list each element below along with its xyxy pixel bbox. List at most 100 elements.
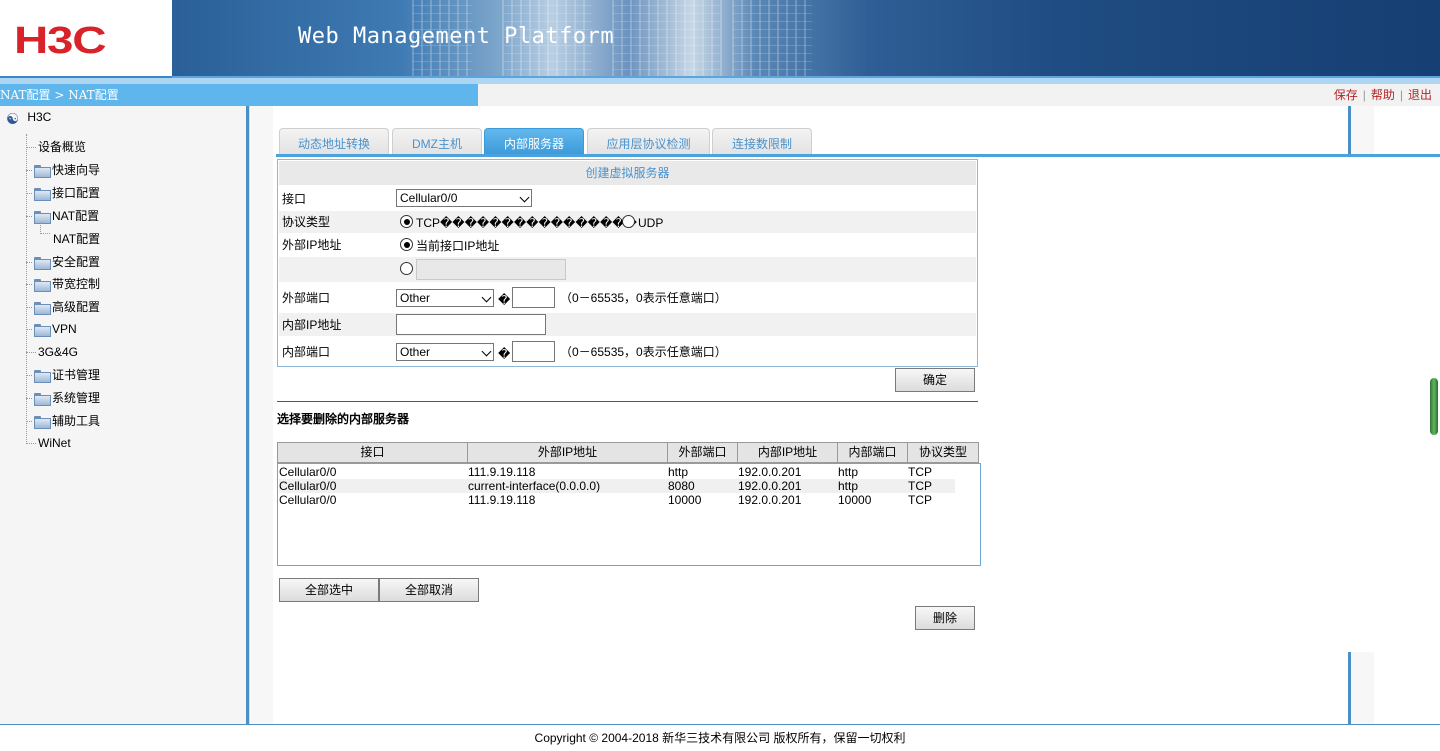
sidebar-item-label: 高级配置	[52, 300, 101, 314]
column-header: 接口	[278, 443, 468, 462]
folder-icon	[34, 324, 51, 338]
sidebar-item-nat-config[interactable]: NAT配置	[26, 206, 99, 226]
cell-protocol: TCP	[908, 479, 932, 493]
column-header: 协议类型	[918, 445, 967, 459]
sidebar-item-tools[interactable]: 辅助工具	[26, 411, 100, 431]
sidebar-item-system-management[interactable]: 系统管理	[26, 388, 100, 408]
cell-external-ip: current-interface(0.0.0.0)	[468, 479, 601, 493]
sidebar-item-vpn[interactable]: VPN	[26, 319, 77, 339]
row-internal-port: 内部端口 Other � （0－65535，0表示任意端口）	[279, 339, 976, 365]
current-interface-ip-radio[interactable]	[400, 238, 413, 251]
cell-internal-ip: 192.0.0.201	[738, 465, 802, 479]
cell-external-port: 8080	[668, 479, 695, 493]
tree-root[interactable]: ☯ H3C	[6, 110, 51, 128]
table-row[interactable]: Cellular0/0 111.9.19.118 10000 192.0.0.2…	[279, 493, 955, 507]
interface-label: 接口	[282, 192, 307, 206]
internal-port-input[interactable]	[512, 341, 555, 362]
cell-external-ip: 111.9.19.118	[468, 493, 536, 507]
protocol-label: 协议类型	[282, 215, 331, 229]
help-link[interactable]: 帮助	[1371, 88, 1395, 102]
sidebar-item-3g4g[interactable]: 3G&4G	[26, 342, 78, 362]
sidebar-item-label: 辅助工具	[52, 414, 101, 428]
sidebar: ☯ H3C 设备概览 快速向导 接口配置 NAT配置 NAT配置 安全配置 带宽…	[0, 106, 246, 724]
row-interface: 接口 Cellular0/0	[279, 187, 976, 209]
select-all-button[interactable]: 全部选中	[279, 578, 379, 602]
save-link[interactable]: 保存	[1334, 88, 1358, 102]
tab-underline	[276, 154, 1440, 157]
chevron-down-icon	[481, 292, 492, 303]
cell-external-port: 10000	[668, 493, 702, 507]
sidebar-item-bandwidth-control[interactable]: 带宽控制	[26, 274, 100, 294]
tree-elbow	[40, 222, 50, 234]
sidebar-subitem-nat-config[interactable]: NAT配置	[53, 229, 100, 249]
table-row[interactable]: Cellular0/0 current-interface(0.0.0.0) 8…	[279, 479, 955, 493]
external-port-select-value: Other	[400, 291, 431, 305]
internal-port-select-value: Other	[400, 345, 431, 359]
row-external-ip-custom	[279, 257, 976, 282]
column-header: 外部端口	[668, 443, 738, 462]
platform-title: Web Management Platform	[298, 24, 615, 49]
sidebar-border	[246, 106, 250, 724]
folder-icon	[34, 393, 51, 407]
tab-alg-detection[interactable]: 应用层协议检测	[587, 128, 710, 155]
tab-connection-limit[interactable]: 连接数限制	[712, 128, 812, 155]
cell-internal-port: http	[838, 479, 859, 493]
cell-protocol: TCP	[908, 493, 932, 507]
create-virtual-server-form: 创建虚拟服务器 接口 Cellular0/0 协议类型 TCP���������…	[277, 159, 978, 367]
divider	[277, 401, 978, 402]
navbar: NAT配置 > NAT配置 保存 | 帮助 | 退出	[0, 84, 1440, 106]
logo-area: H3C	[0, 0, 172, 78]
folder-icon	[34, 257, 51, 271]
logout-link[interactable]: 退出	[1408, 88, 1432, 102]
delete-button[interactable]: 删除	[915, 606, 975, 630]
sidebar-item-device-overview[interactable]: 设备概览	[26, 137, 86, 157]
custom-ip-radio[interactable]	[400, 262, 413, 275]
external-ip-label: 外部IP地址	[282, 238, 342, 252]
scrollbar-thumb[interactable]	[1430, 378, 1438, 435]
server-table: Cellular0/0 111.9.19.118 http 192.0.0.20…	[277, 463, 981, 566]
cell-external-ip: 111.9.19.118	[468, 465, 536, 479]
header: H3C Web Management Platform	[0, 0, 1440, 84]
sidebar-item-advanced-config[interactable]: 高级配置	[26, 297, 100, 317]
tcp-label: TCP����������������	[416, 216, 637, 230]
internal-port-select[interactable]: Other	[396, 343, 494, 361]
sidebar-item-security-config[interactable]: 安全配置	[26, 252, 100, 272]
tcp-radio[interactable]	[400, 215, 413, 228]
tab-dmz-host[interactable]: DMZ主机	[392, 128, 482, 155]
column-header: 内部端口	[838, 443, 908, 462]
external-port-input[interactable]	[512, 287, 555, 308]
sidebar-item-quick-wizard[interactable]: 快速向导	[26, 160, 100, 180]
cell-internal-ip: 192.0.0.201	[738, 479, 802, 493]
custom-ip-input[interactable]	[416, 259, 566, 280]
sidebar-item-cert-management[interactable]: 证书管理	[26, 365, 100, 385]
internal-port-mark: �	[498, 347, 511, 361]
sidebar-item-interface-config[interactable]: 接口配置	[26, 183, 100, 203]
users-icon: ☯	[6, 111, 20, 128]
tab-internal-server[interactable]: 内部服务器	[484, 128, 584, 155]
top-links: 保存 | 帮助 | 退出	[1333, 88, 1432, 102]
sidebar-item-label: WiNet	[38, 436, 71, 450]
sidebar-item-winet[interactable]: WiNet	[26, 433, 71, 453]
column-header: 外部IP地址	[468, 443, 668, 462]
header-banner: Web Management Platform	[172, 0, 1440, 78]
deselect-all-button[interactable]: 全部取消	[379, 578, 479, 602]
confirm-button[interactable]: 确定	[895, 368, 975, 392]
interface-select[interactable]: Cellular0/0	[396, 189, 532, 207]
external-port-select[interactable]: Other	[396, 289, 494, 307]
tab-dynamic-nat[interactable]: 动态地址转换	[279, 128, 389, 155]
internal-ip-label: 内部IP地址	[282, 318, 342, 332]
row-external-port: 外部端口 Other � （0－65535，0表示任意端口）	[279, 285, 976, 311]
cell-internal-port: 10000	[838, 493, 872, 507]
sidebar-item-label: 证书管理	[52, 368, 101, 382]
table-row[interactable]: Cellular0/0 111.9.19.118 http 192.0.0.20…	[279, 465, 955, 479]
cell-interface: Cellular0/0	[279, 465, 337, 479]
internal-port-hint: （0－65535，0表示任意端口）	[560, 345, 727, 359]
folder-open-icon	[34, 211, 51, 225]
chevron-down-icon	[519, 192, 530, 203]
right-rail-lower	[1348, 652, 1374, 724]
row-protocol: 协议类型 TCP���������������� UDP	[279, 211, 976, 233]
udp-radio[interactable]	[622, 215, 635, 228]
folder-icon	[34, 165, 51, 179]
cell-interface: Cellular0/0	[279, 493, 337, 507]
internal-ip-input[interactable]	[396, 314, 546, 335]
